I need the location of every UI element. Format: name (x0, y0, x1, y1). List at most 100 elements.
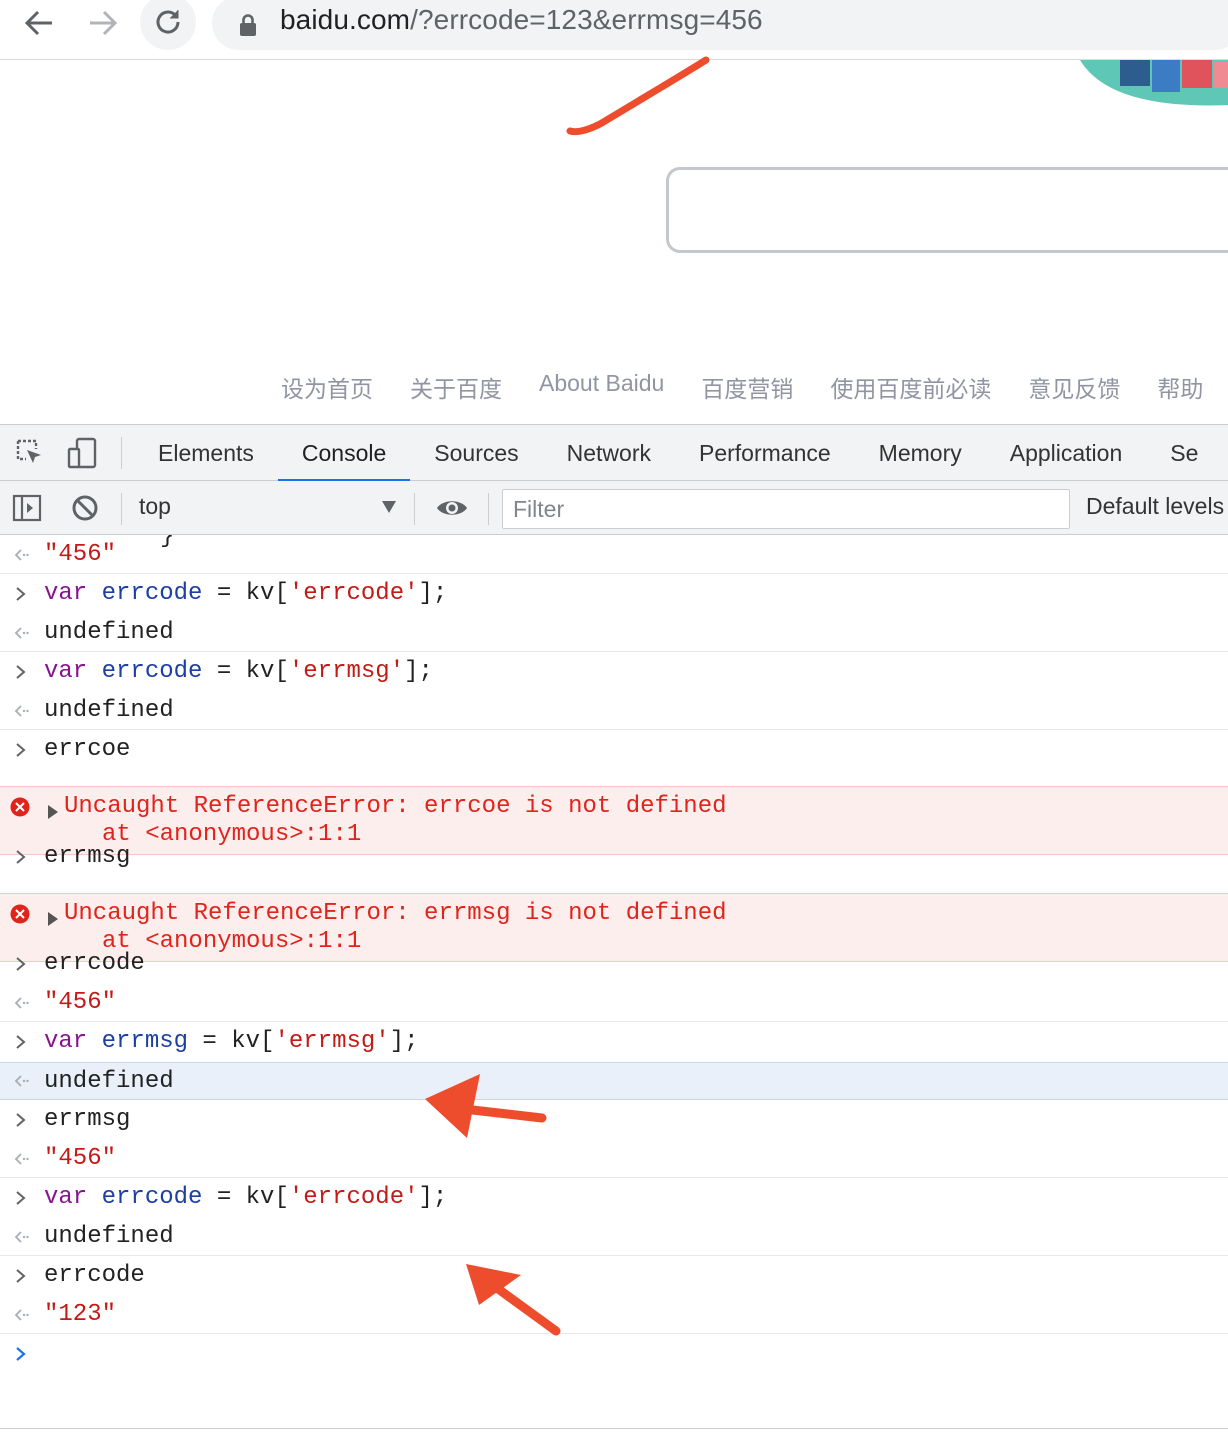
filter-input-wrap (502, 489, 1070, 529)
result-arrow-icon (11, 536, 31, 573)
console-text: errcode (44, 1262, 145, 1290)
code-token: undefined (44, 1068, 174, 1095)
tab-network[interactable]: Network (543, 425, 675, 481)
console-toolbar: top Default levels (0, 481, 1228, 535)
console-text: errcoe (44, 736, 130, 764)
result-arrow-icon (11, 984, 31, 1021)
context-selector[interactable]: top (139, 493, 171, 520)
tab-security[interactable]: Se (1146, 425, 1222, 481)
url-text: baidu.com/?errcode=123&errmsg=456 (280, 4, 763, 36)
console-text: undefined (44, 619, 174, 647)
footer-link[interactable]: 使用百度前必读 (830, 370, 991, 404)
console-result-line: undefined (0, 692, 1228, 730)
tab-application[interactable]: Application (986, 425, 1147, 481)
footer-link[interactable]: 关于百度 (410, 370, 502, 404)
tab-performance[interactable]: Performance (675, 425, 855, 481)
live-expression-eye-icon[interactable] (435, 493, 469, 523)
footer-link[interactable]: 百度营销 (701, 370, 793, 404)
code-token: errcode (101, 1184, 203, 1211)
code-token: 'errcode' (288, 580, 419, 607)
toolbar-divider (488, 493, 489, 525)
tab-console[interactable]: Console (277, 425, 411, 482)
footer-link[interactable]: 帮助 (1157, 370, 1203, 404)
code-token: = (202, 658, 246, 685)
console-result-line: undefined (0, 1062, 1228, 1100)
device-toolbar-icon[interactable] (66, 437, 98, 469)
prompt-chevron-icon (11, 838, 31, 876)
reload-icon (156, 10, 180, 34)
arrow-right-icon (90, 10, 118, 36)
prompt-chevron-icon (11, 653, 31, 691)
console-text: var errcode = kv['errcode']; (44, 1184, 447, 1212)
console-input-line: var errcode = kv['errcode']; (0, 1179, 1228, 1217)
console-text: undefined (44, 697, 174, 725)
url-host: baidu.com (280, 4, 411, 35)
log-levels-dropdown[interactable]: Default levels (1086, 493, 1224, 520)
console-text: undefined (44, 1223, 174, 1251)
console-input-line: errcode (0, 1257, 1228, 1295)
console-result-line: "456" (0, 1140, 1228, 1178)
back-button[interactable] (12, 0, 66, 46)
console-text: var errcode = kv['errcode']; (44, 580, 447, 608)
console-result-line: "456" (0, 984, 1228, 1022)
tab-sources[interactable]: Sources (410, 425, 542, 481)
code-token: errmsg (101, 1028, 189, 1055)
code-token: "456" (44, 989, 117, 1016)
code-token: errcode (101, 580, 203, 607)
arrow-left-icon (24, 10, 52, 36)
address-bar[interactable]: baidu.com/?errcode=123&errmsg=456 (212, 0, 1228, 50)
clear-console-icon[interactable] (70, 493, 100, 523)
code-token: errcode (44, 950, 145, 977)
code-token: ]; (418, 1184, 448, 1211)
console-text: "456" (44, 989, 116, 1017)
code-token: errcode (101, 658, 203, 685)
console-text: "456" (44, 541, 116, 569)
result-arrow-icon (11, 1218, 31, 1255)
console-text: errmsg (44, 843, 130, 871)
prompt-chevron-icon (11, 575, 31, 613)
devtools-panel: Elements Console Sources Network Perform… (0, 424, 1228, 1446)
filter-input[interactable] (503, 490, 1069, 528)
lock-icon (240, 14, 256, 36)
reload-button[interactable] (140, 0, 196, 50)
footer-link[interactable]: 设为首页 (281, 370, 373, 404)
code-token: = (202, 580, 246, 607)
code-token: kv[ (245, 658, 289, 685)
code-token: 'errmsg' (274, 1028, 390, 1055)
tab-memory[interactable]: Memory (855, 425, 986, 481)
code-token: var (44, 580, 102, 607)
code-token: kv[ (245, 580, 289, 607)
doodle-logo-image (1080, 60, 1228, 106)
prompt-chevron-icon (11, 1023, 31, 1061)
console-prompt[interactable] (0, 1335, 1228, 1373)
console-input-line: errmsg (0, 838, 1228, 876)
console-text: errcode (44, 950, 145, 978)
console-input-line: var errmsg = kv['errmsg']; (0, 1023, 1228, 1061)
expand-triangle-icon[interactable] (48, 907, 58, 934)
code-token: ]; (404, 658, 433, 685)
search-input[interactable] (666, 167, 1228, 253)
prompt-chevron-icon (11, 1179, 31, 1217)
code-token: errcode (44, 1262, 145, 1289)
code-token: = (188, 1028, 232, 1055)
footer-link[interactable]: 意见反馈 (1028, 370, 1120, 404)
dropdown-arrow-icon[interactable] (381, 500, 397, 514)
code-token: undefined (44, 1223, 174, 1250)
prompt-chevron-icon (11, 731, 31, 769)
prompt-chevron-icon (11, 1101, 31, 1139)
devtools-bottom-border (0, 1428, 1228, 1429)
result-arrow-icon (11, 1296, 31, 1333)
tab-elements[interactable]: Elements (134, 425, 278, 481)
url-path: /?errcode=123&errmsg=456 (410, 4, 763, 35)
footer-link[interactable]: About Baidu (539, 370, 664, 404)
code-token: ]; (389, 1028, 419, 1055)
code-token: = (202, 1184, 246, 1211)
console-input-line: var errcode = kv['errcode']; (0, 575, 1228, 613)
code-token: "456" (44, 541, 117, 568)
inspect-element-icon[interactable] (14, 437, 46, 469)
sidebar-toggle-icon[interactable] (12, 493, 42, 523)
forward-button[interactable] (76, 0, 130, 46)
code-token: var (44, 658, 102, 685)
expand-triangle-icon[interactable] (48, 800, 58, 827)
code-token: errmsg (44, 1106, 131, 1133)
